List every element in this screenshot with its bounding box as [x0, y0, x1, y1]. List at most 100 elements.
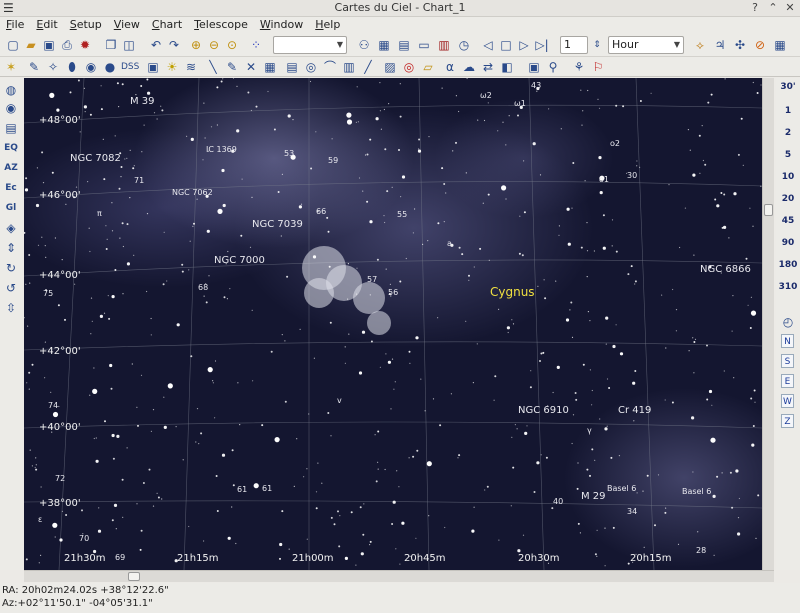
rotate-right-icon[interactable]: ↻: [3, 260, 19, 276]
west-button[interactable]: W: [781, 394, 794, 408]
ecliptic-button[interactable]: Ec: [2, 180, 20, 196]
step-forward-icon[interactable]: ▷|: [534, 37, 550, 53]
boundary-icon[interactable]: ╱: [360, 59, 376, 75]
scroll-thumb[interactable]: [764, 204, 773, 216]
flip-horizontal-icon[interactable]: ◈: [3, 220, 19, 236]
new-chart-icon[interactable]: ▢: [5, 37, 21, 53]
vertical-scrollbar[interactable]: [762, 78, 774, 570]
copy-icon[interactable]: ❐: [103, 37, 119, 53]
fov-button[interactable]: 45: [776, 216, 800, 226]
sky-chart[interactable]: Cygnus +48°00' +46°00' +44°00' +42°00' +…: [24, 78, 762, 570]
clock-icon[interactable]: ◷: [456, 37, 472, 53]
south-button[interactable]: S: [781, 354, 794, 368]
object-label[interactable]: M 39: [130, 96, 155, 107]
north-button[interactable]: N: [781, 334, 794, 348]
greek-alpha-icon[interactable]: α: [442, 59, 458, 75]
menu-file[interactable]: File: [0, 17, 30, 33]
menu-edit[interactable]: Edit: [30, 17, 63, 33]
time-step-input[interactable]: 1: [560, 36, 588, 54]
labels-icon[interactable]: ▨: [382, 59, 398, 75]
minimize-button[interactable]: ⌃: [766, 1, 780, 15]
fov-button[interactable]: 5: [776, 150, 800, 160]
constellation-lines-icon[interactable]: ✕: [243, 59, 259, 75]
calendar-grid-icon[interactable]: ▦: [772, 37, 788, 53]
delete-mark-icon[interactable]: ⚐: [590, 59, 606, 75]
scroll-thumb[interactable]: [128, 572, 140, 581]
object-label[interactable]: NGC 6866: [700, 264, 751, 275]
ecliptic-icon[interactable]: ▥: [341, 59, 357, 75]
step-spinner-icon[interactable]: ⇕: [589, 37, 605, 53]
save-icon[interactable]: ▣: [41, 37, 57, 53]
link-icon[interactable]: ⚲: [545, 59, 561, 75]
cloud-icon[interactable]: ☁: [461, 59, 477, 75]
menu-window[interactable]: Window: [254, 17, 309, 33]
monitor-icon[interactable]: ▭: [416, 37, 432, 53]
planet-icon[interactable]: ♃: [712, 37, 728, 53]
object-label[interactable]: NGC 7082: [70, 153, 121, 164]
fov-button[interactable]: 180: [776, 260, 800, 270]
contrast-icon[interactable]: ◧: [499, 59, 515, 75]
east-button[interactable]: E: [781, 374, 794, 388]
open-folder-icon[interactable]: ▰: [23, 37, 39, 53]
photo-icon[interactable]: ▣: [145, 59, 161, 75]
dss-image-icon[interactable]: DSS: [121, 59, 139, 75]
target-icon[interactable]: ◎: [401, 59, 417, 75]
help-window-button[interactable]: ?: [748, 1, 762, 15]
horizon-icon[interactable]: ⌒: [322, 59, 338, 75]
telescope-icon[interactable]: ⟡: [692, 37, 708, 53]
object-label[interactable]: NGC 6910: [518, 405, 569, 416]
object-label[interactable]: Basel 6: [607, 484, 636, 493]
nebula-icon[interactable]: ✎: [26, 59, 42, 75]
search-combobox[interactable]: ▼: [273, 36, 347, 54]
split-view-icon[interactable]: ◫: [121, 37, 137, 53]
binoculars-icon[interactable]: ⚇: [356, 37, 372, 53]
step-back-icon[interactable]: ◁: [480, 37, 496, 53]
horizontal-scrollbar[interactable]: [24, 570, 774, 582]
grid-icon[interactable]: ▦: [376, 37, 392, 53]
no-entry-icon[interactable]: ⊘: [752, 37, 768, 53]
alt-az-grid-icon[interactable]: ▤: [284, 59, 300, 75]
fov-button[interactable]: 2: [776, 128, 800, 138]
galactic-button[interactable]: Gl: [2, 200, 20, 216]
object-label[interactable]: M 29: [581, 491, 606, 502]
play-icon[interactable]: ▷: [516, 37, 532, 53]
menu-setup[interactable]: Setup: [64, 17, 108, 33]
menu-chart[interactable]: Chart: [146, 17, 188, 33]
zoom-fit-icon[interactable]: ⊙: [224, 37, 240, 53]
object-label[interactable]: Cr 419: [618, 405, 651, 416]
line-tool-icon[interactable]: ╲: [205, 59, 221, 75]
rotate-reset-icon[interactable]: ⇳: [3, 300, 19, 316]
world-icon[interactable]: ◉: [3, 100, 19, 116]
field-of-view-icon[interactable]: ⁘: [248, 37, 264, 53]
zenith-button[interactable]: Z: [781, 414, 794, 428]
equatorial-button[interactable]: EQ: [2, 140, 20, 156]
fov-button[interactable]: 10: [776, 172, 800, 182]
object-label[interactable]: NGC 7000: [214, 255, 265, 266]
milky-way-icon[interactable]: ≋: [183, 59, 199, 75]
fov-button[interactable]: 1: [776, 106, 800, 116]
object-label[interactable]: IC 1369: [206, 145, 237, 154]
menu-telescope[interactable]: Telescope: [188, 17, 254, 33]
star-icon[interactable]: ✶: [3, 59, 19, 75]
pin-icon[interactable]: ⚘: [571, 59, 587, 75]
lightbulb-icon[interactable]: ☀: [164, 59, 180, 75]
undo-icon[interactable]: ↶: [148, 37, 164, 53]
fullscreen-icon[interactable]: ▣: [526, 59, 542, 75]
planet-ring-icon[interactable]: ◉: [83, 59, 99, 75]
pencil-icon[interactable]: ✎: [224, 59, 240, 75]
zoom-in-icon[interactable]: ⊕: [188, 37, 204, 53]
stop-icon[interactable]: □: [498, 37, 514, 53]
time-unit-select[interactable]: Hour ▼: [608, 36, 684, 54]
compass-icon[interactable]: ◎: [303, 59, 319, 75]
fov-button[interactable]: 20: [776, 194, 800, 204]
cluster-icon[interactable]: ⬮: [64, 59, 80, 75]
galaxy-icon[interactable]: ✧: [45, 59, 61, 75]
flip-vertical-icon[interactable]: ⇕: [3, 240, 19, 256]
settings-gear-icon[interactable]: ✹: [77, 37, 93, 53]
zoom-out-icon[interactable]: ⊖: [206, 37, 222, 53]
calendar-icon[interactable]: ▥: [436, 37, 452, 53]
print-icon[interactable]: ⎙: [59, 37, 75, 53]
asteroid-icon[interactable]: ●: [102, 59, 118, 75]
menu-view[interactable]: View: [108, 17, 146, 33]
ruler-icon[interactable]: ▱: [420, 59, 436, 75]
